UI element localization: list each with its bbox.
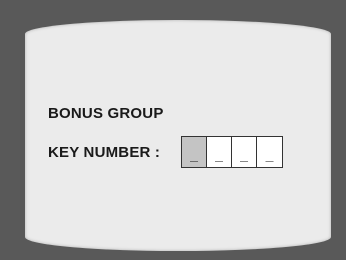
key-digit-4[interactable]: _ xyxy=(257,137,282,167)
key-number-row: KEY NUMBER : _ _ _ _ xyxy=(48,136,283,169)
key-number-input[interactable]: _ _ _ _ xyxy=(181,136,283,168)
key-digit-2[interactable]: _ xyxy=(207,137,232,167)
key-digit-3[interactable]: _ xyxy=(232,137,257,167)
key-digit-1[interactable]: _ xyxy=(182,137,207,167)
key-number-label: KEY NUMBER : xyxy=(48,143,161,161)
menu-title: BONUS GROUP xyxy=(48,105,164,122)
tv-frame xyxy=(0,0,346,260)
